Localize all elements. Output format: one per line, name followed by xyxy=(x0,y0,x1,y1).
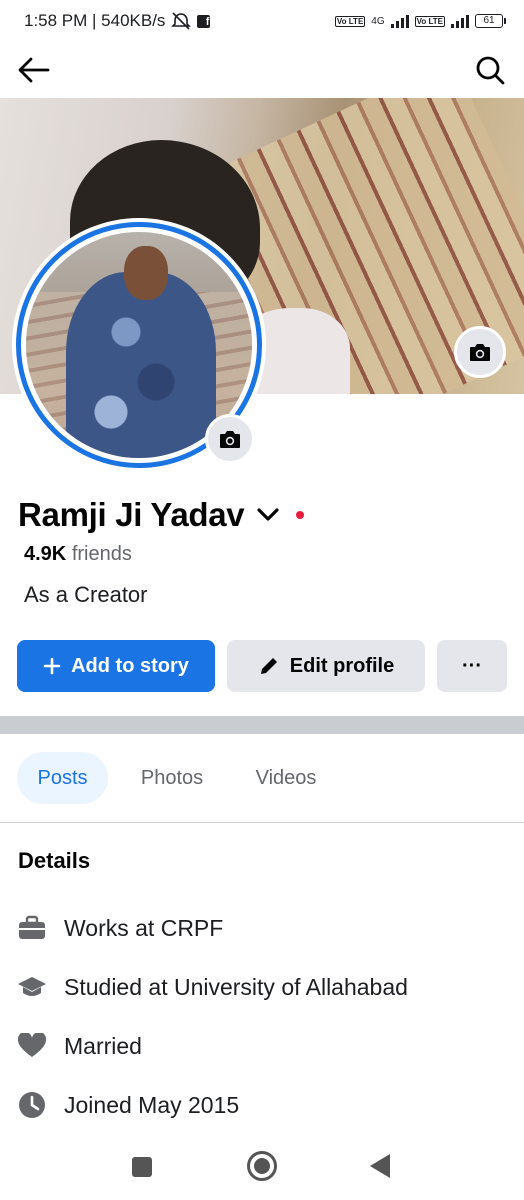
back-button[interactable] xyxy=(14,50,54,90)
plus-icon xyxy=(43,657,61,675)
search-icon xyxy=(476,56,505,85)
battery-level: 61 xyxy=(475,14,503,28)
edit-cover-button[interactable] xyxy=(454,326,506,378)
edit-profile-picture-button[interactable] xyxy=(205,414,255,464)
edit-profile-label: Edit profile xyxy=(289,654,395,677)
friends-number: 4.9K xyxy=(24,543,67,565)
tab-posts[interactable]: Posts xyxy=(17,752,108,804)
graduation-cap-icon xyxy=(16,971,48,1003)
detail-relationship-text: Married xyxy=(64,1032,142,1059)
add-to-story-label: Add to story xyxy=(71,654,189,677)
clock-icon xyxy=(16,1089,48,1121)
notification-dot xyxy=(296,511,305,519)
camera-icon xyxy=(470,344,490,361)
status-bar: 1:58 PM | 540KB/s f Vo LTE 4G Vo LTE 61 xyxy=(0,0,524,42)
signal-icon-2 xyxy=(451,14,469,28)
friends-count[interactable]: 4.9K friends xyxy=(24,543,132,566)
volte-icon: Vo LTE xyxy=(334,15,366,27)
network-type-label: 4G xyxy=(371,15,385,27)
section-divider xyxy=(0,716,524,734)
profile-name-row[interactable]: Ramji Ji Yadav xyxy=(18,492,305,538)
more-options-icon: ··· xyxy=(462,654,482,677)
briefcase-icon xyxy=(16,912,48,944)
arrow-left-icon xyxy=(18,57,50,83)
camera-icon xyxy=(220,431,240,448)
tab-videos[interactable]: Videos xyxy=(244,752,328,804)
pencil-icon xyxy=(260,658,277,674)
friends-label: friends xyxy=(71,543,132,565)
facebook-notification-icon: f xyxy=(197,14,211,28)
muted-alarm-icon xyxy=(171,12,192,30)
add-to-story-button[interactable]: Add to story xyxy=(17,640,215,692)
status-time: 1:58 PM | 540KB/s xyxy=(24,11,166,30)
chevron-down-icon[interactable] xyxy=(254,501,282,529)
detail-work[interactable]: Works at CRPF xyxy=(16,908,223,948)
details-heading: Details xyxy=(18,848,91,873)
detail-education-text: Studied at University of Allahabad xyxy=(64,973,408,1000)
heart-icon xyxy=(16,1030,48,1062)
recents-button[interactable] xyxy=(132,1157,152,1177)
profile-bio: As a Creator xyxy=(24,582,148,607)
detail-joined[interactable]: Joined May 2015 xyxy=(16,1085,239,1125)
tab-photos[interactable]: Photos xyxy=(130,752,214,804)
battery-icon: 61 xyxy=(475,14,506,28)
edit-profile-button[interactable]: Edit profile xyxy=(227,640,425,692)
detail-education[interactable]: Studied at University of Allahabad xyxy=(16,967,408,1007)
signal-icon xyxy=(390,14,409,28)
detail-joined-text: Joined May 2015 xyxy=(64,1091,240,1118)
detail-work-text: Works at CRPF xyxy=(64,914,224,941)
system-back-button[interactable] xyxy=(370,1154,390,1178)
home-button[interactable] xyxy=(247,1151,277,1181)
profile-name: Ramji Ji Yadav xyxy=(18,496,245,533)
system-nav-bar xyxy=(0,1140,524,1200)
search-button[interactable] xyxy=(470,50,510,90)
top-app-bar xyxy=(0,42,524,98)
detail-relationship[interactable]: Married xyxy=(16,1026,142,1066)
tabs-divider xyxy=(0,822,524,823)
volte-icon-2: Vo LTE xyxy=(414,15,445,27)
more-options-button[interactable]: ··· xyxy=(437,640,507,692)
